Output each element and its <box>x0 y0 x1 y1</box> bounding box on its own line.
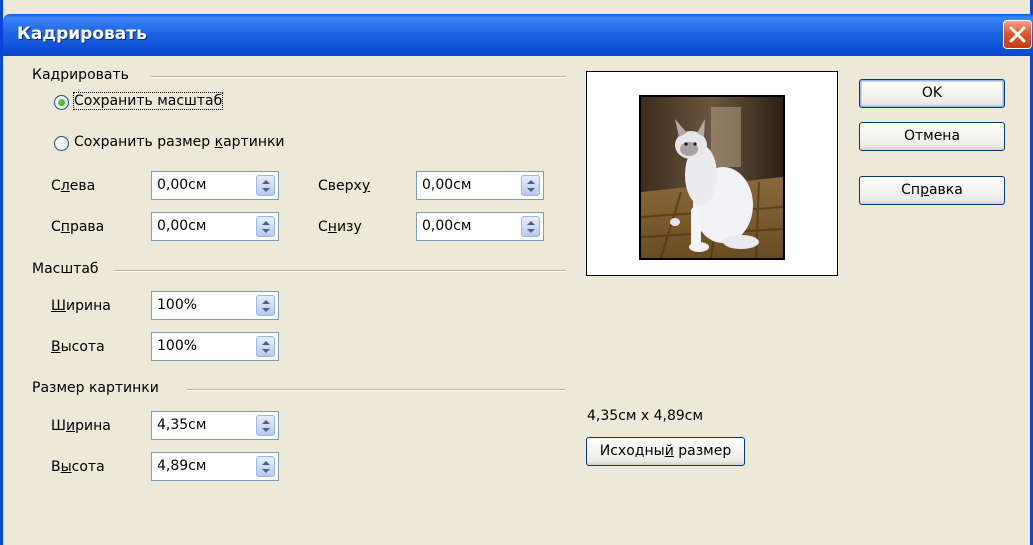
scale-height-spin-arrows[interactable] <box>256 336 275 357</box>
top-spin-arrows[interactable] <box>521 175 540 196</box>
image-width-spinfield[interactable]: 4,35см <box>151 411 279 440</box>
bottom-spinfield[interactable]: 0,00см <box>416 212 544 241</box>
dimensions-text: 4,35см x 4,89см <box>587 408 704 424</box>
spin-arrows-icon <box>262 420 270 432</box>
scale-height-label: Высота <box>51 339 105 355</box>
scale-width-value: 100% <box>157 297 198 313</box>
right-spinfield[interactable]: 0,00см <box>151 212 279 241</box>
image-height-label: Высота <box>51 459 105 475</box>
dialog-title: Кадрировать <box>17 24 147 44</box>
image-size-group-divider <box>186 389 566 391</box>
scale-height-spinfield[interactable]: 100% <box>151 332 279 361</box>
ok-button[interactable]: OK <box>859 79 1005 108</box>
crop-group-label: Кадрировать <box>32 67 129 83</box>
image-height-value: 4,89см <box>157 458 207 474</box>
keep-scale-label[interactable]: Сохранить масштаб <box>72 92 224 110</box>
keep-size-radio[interactable] <box>54 136 69 151</box>
spin-arrows-icon <box>527 221 535 233</box>
scale-width-spin-arrows[interactable] <box>256 295 275 316</box>
scale-height-value: 100% <box>157 338 198 354</box>
image-size-group-label: Размер картинки <box>32 380 159 396</box>
top-value: 0,00см <box>422 177 472 193</box>
close-button[interactable] <box>1003 20 1032 49</box>
right-spin-arrows[interactable] <box>256 216 275 237</box>
image-width-spin-arrows[interactable] <box>256 415 275 436</box>
left-value: 0,00см <box>157 177 207 193</box>
keep-size-label[interactable]: Сохранить размер картинки <box>74 134 285 150</box>
spin-arrows-icon <box>262 341 270 353</box>
spin-arrows-icon <box>262 300 270 312</box>
right-value: 0,00см <box>157 218 207 234</box>
image-height-spin-arrows[interactable] <box>256 456 275 477</box>
spin-arrows-icon <box>262 461 270 473</box>
keep-scale-radio[interactable] <box>54 95 69 110</box>
right-label: Справа <box>51 219 105 235</box>
cancel-button[interactable]: Отмена <box>859 122 1005 151</box>
spin-arrows-icon <box>262 221 270 233</box>
scale-width-spinfield[interactable]: 100% <box>151 291 279 320</box>
close-icon <box>1009 26 1026 43</box>
image-preview <box>586 71 838 276</box>
scale-group-divider <box>113 270 566 272</box>
spin-arrows-icon <box>527 180 535 192</box>
cat-photo-image <box>641 97 783 258</box>
left-spinfield[interactable]: 0,00см <box>151 171 279 200</box>
scale-group-label: Масштаб <box>32 261 99 277</box>
left-label: Слева <box>51 178 96 194</box>
bottom-value: 0,00см <box>422 218 472 234</box>
image-height-spinfield[interactable]: 4,89см <box>151 452 279 481</box>
original-size-button[interactable]: Исходный размер <box>586 437 745 466</box>
help-button[interactable]: Справка <box>859 176 1005 205</box>
image-width-value: 4,35см <box>157 417 207 433</box>
left-spin-arrows[interactable] <box>256 175 275 196</box>
preview-photo <box>639 95 785 260</box>
image-width-label: Ширина <box>51 418 111 434</box>
crop-group-divider <box>151 76 566 78</box>
spin-arrows-icon <box>262 180 270 192</box>
bottom-spin-arrows[interactable] <box>521 216 540 237</box>
top-spinfield[interactable]: 0,00см <box>416 171 544 200</box>
top-label: Сверху <box>318 178 371 194</box>
scale-width-label: Ширина <box>51 298 111 314</box>
title-bar: Кадрировать <box>3 14 1033 56</box>
crop-dialog: Кадрировать Кадрировать Сохранить масшта… <box>0 0 1033 545</box>
bottom-label: Снизу <box>318 219 362 235</box>
